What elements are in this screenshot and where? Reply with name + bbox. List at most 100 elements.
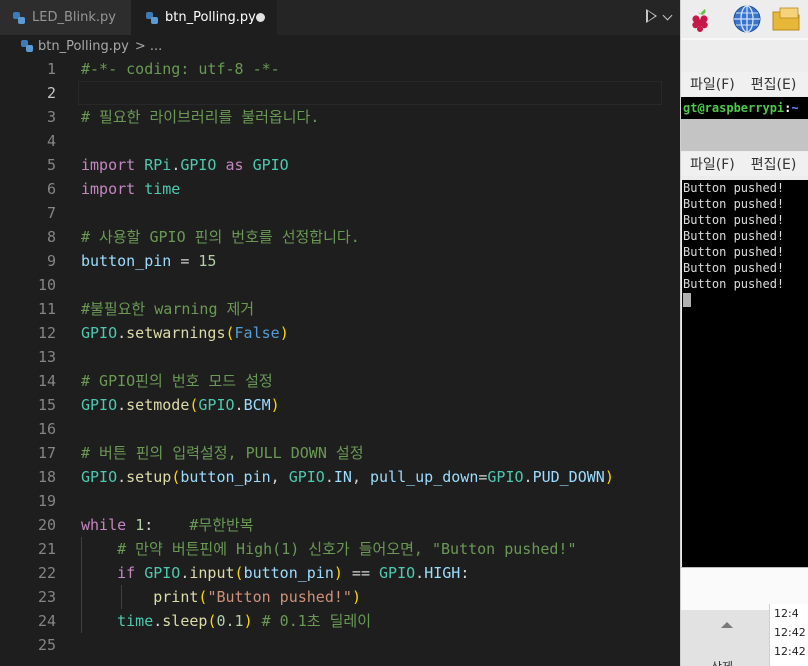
line-number: 7 bbox=[46, 204, 56, 222]
line-number: 21 bbox=[37, 540, 56, 558]
timestamp: 12:42 bbox=[774, 645, 806, 658]
line-number: 10 bbox=[37, 276, 56, 294]
tab-led-blink[interactable]: LED_Blink.py bbox=[0, 0, 131, 35]
timestamp-list: 12:4 12:42 12:42 bbox=[769, 604, 808, 666]
code-line[interactable]: 24 time.sleep(0.1) # 0.1초 딜레이 bbox=[0, 609, 680, 633]
comment: # GPIO핀의 번호 모드 설정 bbox=[81, 372, 273, 390]
code-line[interactable]: 13 bbox=[0, 345, 680, 369]
breadcrumb-file[interactable]: btn_Polling.py bbox=[38, 39, 129, 54]
line-number: 1 bbox=[46, 60, 56, 78]
comment: # 0.1초 딜레이 bbox=[261, 612, 372, 630]
scroll-up-icon[interactable] bbox=[721, 622, 733, 628]
menu-edit[interactable]: 편집(E) bbox=[751, 74, 797, 94]
code-editor: LED_Blink.py btn_Polling.py btn_Polling.… bbox=[0, 0, 680, 666]
code-line[interactable]: 25 bbox=[0, 633, 680, 657]
output-line: Button pushed! bbox=[683, 197, 785, 211]
timestamp: 12:42 bbox=[774, 626, 806, 639]
line-number: 22 bbox=[37, 564, 56, 582]
line-number: 12 bbox=[37, 324, 56, 342]
comment: # 버튼 핀의 입력설정, PULL DOWN 설정 bbox=[81, 444, 364, 462]
line-number: 4 bbox=[46, 132, 56, 150]
code-line[interactable]: 19 bbox=[0, 489, 680, 513]
code-line[interactable]: 7 bbox=[0, 201, 680, 225]
code-line[interactable]: 23 print("Button pushed!") bbox=[0, 585, 680, 609]
line-number: 15 bbox=[37, 396, 56, 414]
delete-label[interactable]: 삭제 bbox=[711, 658, 733, 666]
code-line[interactable]: 1 #-*- coding: utf-8 -*- bbox=[0, 57, 680, 81]
line-number: 11 bbox=[37, 300, 56, 318]
menu-file[interactable]: 파일(F) bbox=[690, 74, 735, 94]
line-number: 25 bbox=[37, 636, 56, 654]
line-number: 6 bbox=[46, 180, 56, 198]
scroll-panel[interactable]: 삭제 bbox=[681, 610, 769, 666]
line-number: 24 bbox=[37, 612, 56, 630]
output-line: Button pushed! bbox=[683, 277, 785, 291]
run-play-icon[interactable] bbox=[646, 9, 657, 23]
code-line[interactable]: 11 #불필요한 warning 제거 bbox=[0, 297, 680, 321]
tab-label: btn_Polling.py bbox=[165, 10, 256, 25]
terminal-output[interactable]: Button pushed! Button pushed! Button pus… bbox=[682, 180, 808, 567]
code-line[interactable]: 4 bbox=[0, 129, 680, 153]
line-number: 19 bbox=[37, 492, 56, 510]
comment: # 필요한 라이브러리를 불러옵니다. bbox=[81, 108, 320, 126]
taskbar-divider bbox=[681, 38, 808, 40]
code-line[interactable]: 10 bbox=[0, 273, 680, 297]
raspberry-pi-desktop: 파일(F) 편집(E) gt@raspberrypi:~ 파일(F) 편집(E)… bbox=[680, 0, 808, 666]
code-line[interactable]: 9 button_pin = 15 bbox=[0, 249, 680, 273]
line-number: 2 bbox=[46, 84, 56, 102]
terminal-cursor bbox=[683, 293, 691, 307]
tab-bar: LED_Blink.py btn_Polling.py bbox=[0, 0, 680, 35]
code-line[interactable]: 12 GPIO.setwarnings(False) bbox=[0, 321, 680, 345]
code-line-active[interactable]: 2 bbox=[0, 81, 680, 105]
line-number: 23 bbox=[37, 588, 56, 606]
chevron-down-icon[interactable] bbox=[662, 10, 673, 21]
code-line[interactable]: 15 GPIO.setmode(GPIO.BCM) bbox=[0, 393, 680, 417]
terminal-menubar-top: 파일(F) 편집(E) bbox=[681, 72, 808, 96]
breadcrumb-trail[interactable]: > ... bbox=[135, 39, 162, 54]
output-line: Button pushed! bbox=[683, 229, 785, 243]
comment: # 만약 버튼핀에 High(1) 신호가 들어오면, "Button push… bbox=[117, 540, 577, 558]
code-line[interactable]: 21 # 만약 버튼핀에 High(1) 신호가 들어오면, "Button p… bbox=[0, 537, 680, 561]
output-line: Button pushed! bbox=[683, 213, 785, 227]
line-number: 13 bbox=[37, 348, 56, 366]
line-number: 16 bbox=[37, 420, 56, 438]
code-area[interactable]: 1 #-*- coding: utf-8 -*- 2 3 # 필요한 라이브러리를 … bbox=[0, 57, 680, 657]
window-titlebar[interactable] bbox=[681, 119, 808, 151]
current-line-highlight bbox=[78, 81, 662, 105]
comment: # 사용할 GPIO 핀의 번호를 선정합니다. bbox=[81, 228, 360, 246]
line-number: 18 bbox=[37, 468, 56, 486]
python-file-icon bbox=[20, 39, 34, 53]
terminal-prompt: gt@raspberrypi:~ bbox=[681, 97, 808, 119]
unsaved-dot-icon[interactable] bbox=[256, 13, 265, 22]
line-number: 20 bbox=[37, 516, 56, 534]
menu-edit[interactable]: 편집(E) bbox=[751, 154, 797, 174]
python-file-icon bbox=[145, 11, 159, 25]
output-line: Button pushed! bbox=[683, 181, 785, 195]
line-number: 14 bbox=[37, 372, 56, 390]
code-line[interactable]: 18 GPIO.setup(button_pin, GPIO.IN, pull_u… bbox=[0, 465, 680, 489]
output-line: Button pushed! bbox=[683, 261, 785, 275]
code-line[interactable]: 6 import time bbox=[0, 177, 680, 201]
raspberry-pi-icon[interactable] bbox=[685, 4, 715, 34]
taskbar bbox=[681, 0, 808, 38]
code-line[interactable]: 14 # GPIO핀의 번호 모드 설정 bbox=[0, 369, 680, 393]
python-file-icon bbox=[12, 11, 26, 25]
comment: #불필요한 warning 제거 bbox=[81, 300, 255, 318]
menu-file[interactable]: 파일(F) bbox=[690, 154, 735, 174]
code-line[interactable]: 20 while 1: #무한반복 bbox=[0, 513, 680, 537]
code-line[interactable]: 8 # 사용할 GPIO 핀의 번호를 선정합니다. bbox=[0, 225, 680, 249]
line-number: 5 bbox=[46, 156, 56, 174]
code-line[interactable]: 5 import RPi.GPIO as GPIO bbox=[0, 153, 680, 177]
code-line[interactable]: 3 # 필요한 라이브러리를 불러옵니다. bbox=[0, 105, 680, 129]
timestamp: 12:4 bbox=[774, 607, 799, 620]
line-number: 8 bbox=[46, 228, 56, 246]
tab-btn-polling[interactable]: btn_Polling.py bbox=[131, 0, 277, 35]
terminal-menubar: 파일(F) 편집(E) bbox=[681, 152, 808, 176]
globe-icon[interactable] bbox=[732, 4, 762, 34]
comment: #무한반복 bbox=[189, 516, 254, 534]
line-number: 9 bbox=[46, 252, 56, 270]
code-line[interactable]: 17 # 버튼 핀의 입력설정, PULL DOWN 설정 bbox=[0, 441, 680, 465]
folder-icon[interactable] bbox=[771, 4, 801, 34]
code-line[interactable]: 16 bbox=[0, 417, 680, 441]
code-line[interactable]: 22 if GPIO.input(button_pin) == GPIO.HIG… bbox=[0, 561, 680, 585]
